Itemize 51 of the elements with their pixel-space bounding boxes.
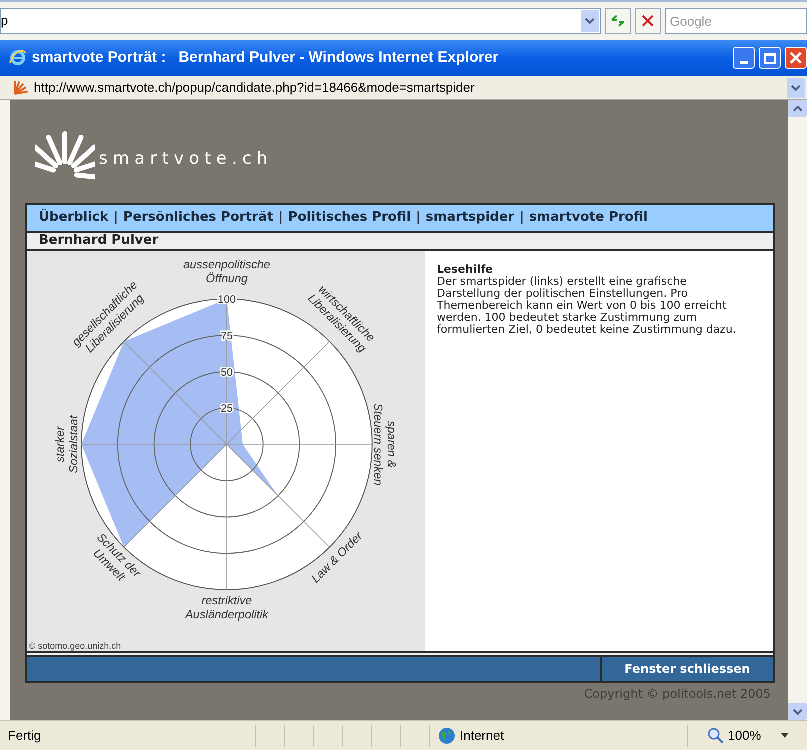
maximize-icon [764, 52, 776, 64]
axis-label: starker Sozialstaat [54, 416, 81, 474]
nav-separator: | [416, 209, 421, 228]
stop-button[interactable] [635, 8, 661, 34]
address-combo[interactable]: p [0, 8, 601, 34]
nav-separator: | [520, 209, 524, 228]
caret-up-icon [792, 106, 802, 112]
refresh-button[interactable] [605, 8, 631, 34]
dropdown-button[interactable] [787, 78, 805, 98]
minimize-icon [740, 61, 748, 64]
caret-icon[interactable] [781, 733, 790, 738]
nav-link[interactable]: smartvote Profil [529, 208, 648, 228]
zoom-icon [708, 728, 724, 744]
url-text: http://www.smartvote.ch/popup/candidate.php?id=18466&mode=smartspider [34, 78, 476, 97]
nav-link[interactable]: Überblick [39, 208, 109, 228]
axis-label: restriktive Ausländerpolitik [185, 594, 269, 622]
nav-separator: | [278, 209, 284, 228]
logo-text: smartvote.ch [99, 148, 273, 171]
globe-icon [438, 726, 456, 744]
maximize-button[interactable] [759, 47, 781, 69]
close-icon [790, 52, 802, 64]
axis-label: sparen & Steuern senken [371, 403, 398, 486]
axis-label: aussenpolitische Öffnung [183, 258, 270, 286]
nav-link[interactable]: Politisches Profil [288, 208, 412, 228]
scroll-up-button[interactable] [788, 100, 807, 117]
scroll-down-button[interactable] [788, 703, 807, 720]
zoom-level[interactable]: 100% [728, 726, 762, 746]
help-text: Der smartspider (links) erstellt eine grafische Darstellung der politischen Einstellungen. Pro Themenbereich kann ein Wert von 0 bis 100 erreicht werden. 100 bedeutet starke Zustimmung zum formulierten Ziel, 0 bedeutet keine Zustimmung dazu. [437, 276, 738, 336]
close-button[interactable] [785, 47, 807, 69]
nav-link[interactable]: Persönliches Porträt [123, 208, 274, 228]
window-title: smartvote Porträt : Bernhard Pulver - Windows Internet Explorer [32, 48, 500, 68]
dropdown-button[interactable] [581, 10, 599, 32]
site-logo-icon [12, 80, 30, 96]
caret-icon [585, 18, 595, 24]
status-text: Fertig [7, 726, 42, 745]
refresh-arrows-icon [610, 14, 626, 28]
candidate-name: Bernhard Pulver [39, 232, 159, 250]
browser-e-icon [8, 48, 28, 68]
vertical-scrollbar[interactable] [788, 100, 807, 720]
address-text: p [1, 12, 10, 30]
caret-down-icon [792, 708, 802, 714]
minimize-button[interactable] [733, 47, 755, 69]
copyright-text: Copyright © politools.net 2005 [584, 686, 771, 703]
help-title: Lesehilfe [437, 264, 494, 276]
close-icon [642, 15, 654, 27]
chart-credit: © sotomo.geo.unizh.ch [28, 642, 122, 651]
zone-text: Internet [460, 726, 504, 745]
search-field[interactable]: Google [665, 8, 807, 34]
nav-separator: | [114, 209, 118, 228]
nav-link[interactable]: smartspider [426, 208, 515, 228]
caret-icon [791, 84, 801, 90]
